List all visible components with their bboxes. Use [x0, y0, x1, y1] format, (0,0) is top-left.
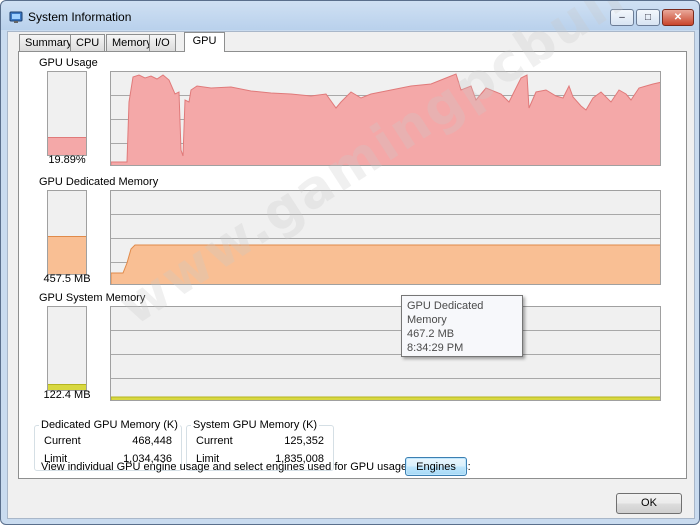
gpu-usage-graph — [110, 71, 661, 166]
tooltip-title: GPU Dedicated Memory — [407, 300, 484, 326]
tooltip-time: 8:34:29 PM — [407, 342, 464, 354]
tab-io[interactable]: I/O — [149, 34, 176, 51]
system-memory-graph — [110, 306, 661, 401]
system-information-window: System Information – □ ✕ Summary CPU Mem… — [0, 0, 700, 525]
system-info-icon — [9, 11, 23, 23]
system-memory-meter — [47, 306, 87, 391]
gpu-usage-meter-fill — [48, 137, 86, 155]
dedicated-memory-series — [111, 244, 660, 284]
gpu-usage-meter — [47, 71, 87, 156]
ok-button[interactable]: OK — [616, 493, 682, 514]
system-memory-value: 122.4 MB — [43, 389, 91, 401]
minimize-button[interactable]: – — [610, 9, 634, 26]
dedicated-memory-meter-fill — [48, 236, 86, 274]
dedicated-gpu-memory-title: Dedicated GPU Memory (K) — [39, 419, 180, 431]
close-button[interactable]: ✕ — [662, 9, 694, 26]
dedicated-current-label: Current — [44, 435, 81, 447]
client-area: Summary CPU Memory I/O GPU www.gamingpcb… — [7, 1, 699, 519]
dedicated-memory-graph — [110, 190, 661, 285]
tab-cpu[interactable]: CPU — [70, 34, 106, 51]
dedicated-memory-tooltip: GPU Dedicated Memory 467.2 MB 8:34:29 PM — [401, 295, 523, 357]
system-memory-label: GPU System Memory — [39, 292, 146, 304]
engines-button[interactable]: Engines — [405, 457, 467, 476]
dedicated-current-value: 468,448 — [132, 435, 172, 447]
system-gpu-memory-title: System GPU Memory (K) — [191, 419, 320, 431]
gpu-panel: www.gamingpcbuilder.com GPU Usage 19.89%… — [18, 1, 699, 479]
title-bar[interactable]: System Information – □ ✕ — [1, 1, 699, 31]
dedicated-memory-value: 457.5 MB — [43, 273, 91, 285]
dedicated-memory-meter — [47, 190, 87, 275]
tab-gpu[interactable]: GPU — [184, 32, 225, 52]
tooltip-value: 467.2 MB — [407, 328, 455, 340]
gpu-usage-value: 19.89% — [48, 154, 86, 166]
window-title: System Information — [28, 10, 132, 24]
dedicated-memory-label: GPU Dedicated Memory — [39, 176, 159, 188]
system-memory-series — [111, 396, 660, 400]
system-current-value: 125,352 — [284, 435, 324, 447]
gpu-usage-label: GPU Usage — [39, 57, 98, 69]
system-current-label: Current — [196, 435, 233, 447]
maximize-button[interactable]: □ — [636, 9, 660, 26]
gpu-usage-series — [111, 73, 660, 165]
